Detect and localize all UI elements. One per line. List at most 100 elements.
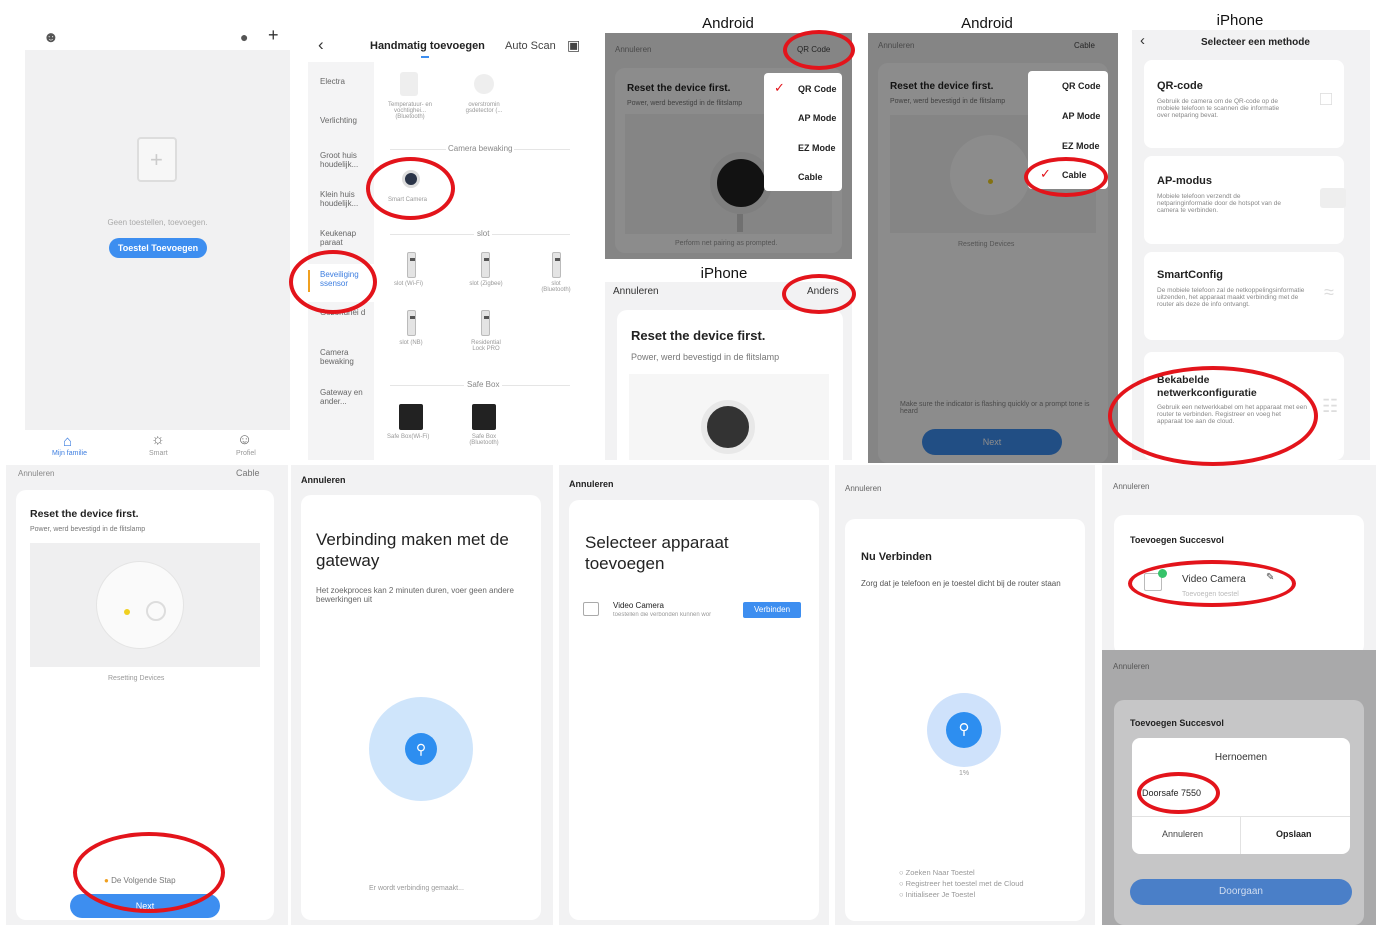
menu-qr[interactable]: QR Code: [1062, 81, 1118, 91]
next-step-check[interactable]: ● De Volgende Stap: [104, 876, 176, 885]
next-step-label: De Volgende Stap: [111, 876, 176, 885]
method-ap-desc: Mobiele telefoon verzendt de netparingin…: [1157, 193, 1281, 214]
device-name: Video Camera: [1182, 574, 1246, 585]
nav-smart[interactable]: Smart: [149, 450, 168, 457]
lock-residential-label[interactable]: Residential Lock PRO: [464, 340, 508, 352]
iphone-anders-screen: Annuleren Anders Reset the device first.…: [605, 282, 852, 460]
step-search: ○ Zoeken Naar Toestel: [899, 868, 975, 877]
done-button[interactable]: Doorgaan: [1130, 879, 1352, 905]
cat-gateway[interactable]: Gateway en ander...: [320, 388, 368, 406]
menu-ap[interactable]: AP Mode: [1062, 111, 1118, 121]
device-flood[interactable]: overstromin gsdetector (...: [460, 102, 508, 114]
thermometer-icon[interactable]: [400, 72, 418, 96]
method-ap[interactable]: AP-modus Mobiele telefoon verzendt de ne…: [1144, 156, 1346, 244]
next-button[interactable]: Next: [70, 894, 220, 918]
search-pulse: ⚲: [369, 697, 473, 801]
cancel-link[interactable]: Annuleren: [18, 469, 54, 478]
device-sub: toestellen die verbonden kunnen wor: [613, 612, 712, 618]
mode-link[interactable]: Cable: [236, 468, 260, 478]
cat-beveiliging-active[interactable]: Beveiliging ssensor: [308, 264, 374, 302]
reset-cable-screen: Annuleren Cable Reset the device first. …: [6, 465, 288, 925]
device-temp[interactable]: Temperatuur- en vochtighei... (Bluetooth…: [386, 102, 434, 120]
lock-residential-icon[interactable]: [481, 310, 490, 336]
device-illustration: [30, 543, 260, 667]
cancel-link[interactable]: Annuleren: [1113, 482, 1149, 491]
scan-icon[interactable]: ▣: [567, 37, 580, 54]
name-input[interactable]: Doorsafe 7550: [1142, 788, 1201, 798]
connecting-screen: Annuleren Nu Verbinden Zorg dat je telef…: [835, 465, 1095, 925]
title: Handmatig toevoegen: [370, 40, 485, 52]
add-device-button[interactable]: Toestel Toevoegen: [109, 238, 207, 258]
menu-ap[interactable]: AP Mode: [798, 113, 852, 123]
lock-bt-icon[interactable]: [552, 252, 561, 278]
check-icon: ✓: [774, 80, 785, 95]
success-check-icon: [1158, 569, 1167, 578]
lock-nb-icon[interactable]: [407, 310, 416, 336]
section-camera: Camera bewaking: [446, 144, 515, 153]
label-iphone-2: iPhone: [700, 265, 748, 282]
method-title: Selecteer een methode: [1201, 37, 1310, 48]
safebox-wifi-label[interactable]: Safe Box(Wi-Fi): [387, 434, 429, 440]
iphone-method-screen: ‹ Selecteer een methode QR-code Gebruik …: [1132, 30, 1370, 460]
nav-profile[interactable]: Profiel: [236, 450, 256, 457]
flood-sensor-icon[interactable]: [474, 74, 494, 94]
reset-card: Reset the device first. Power, werd beve…: [16, 490, 274, 920]
method-sc-desc: De mobiele telefoon zal de netkoppelings…: [1157, 287, 1305, 308]
back-icon[interactable]: ‹: [1140, 32, 1145, 49]
safebox-wifi-icon[interactable]: [399, 404, 423, 430]
method-qr-desc: Gebruik de camera om de QR-code op de mo…: [1157, 98, 1280, 119]
lock-wifi-label[interactable]: slot (Wi-Fi): [394, 281, 423, 287]
label-android-1: Android: [702, 15, 754, 32]
cat-camera[interactable]: Camera bewaking: [320, 348, 362, 366]
lock-nb-label[interactable]: slot (NB): [398, 340, 424, 346]
menu-qr[interactable]: QR Code: [798, 84, 852, 94]
anders-link[interactable]: Anders: [807, 286, 839, 297]
mode-menu: QR Code AP Mode EZ Mode ✓ Cable: [1028, 71, 1108, 189]
cancel-link[interactable]: Annuleren: [569, 479, 614, 489]
back-icon[interactable]: ‹: [318, 35, 324, 55]
select-card: Selecteer apparaat toevoegen Video Camer…: [569, 500, 819, 920]
user-icon[interactable]: ☻: [43, 29, 59, 46]
cat-verlichting[interactable]: Verlichting: [320, 116, 357, 125]
cancel-link[interactable]: Annuleren: [845, 484, 881, 493]
connect-button[interactable]: Verbinden: [743, 602, 801, 618]
home-icon[interactable]: ⌂: [63, 433, 72, 450]
menu-cable[interactable]: Cable: [798, 172, 852, 182]
dialog-save-button[interactable]: Opslaan: [1276, 829, 1312, 839]
cat-electra[interactable]: Electra: [320, 77, 345, 86]
reset-sub: Power, werd bevestigd in de flitslamp: [631, 352, 780, 362]
menu-ez[interactable]: EZ Mode: [798, 143, 852, 153]
cat-groot[interactable]: Groot huis houdelijk...: [320, 151, 368, 169]
cancel-link[interactable]: Annuleren: [1113, 662, 1149, 671]
menu-ez[interactable]: EZ Mode: [1062, 141, 1118, 151]
safebox-bt-icon[interactable]: [472, 404, 496, 430]
add-icon[interactable]: +: [268, 25, 279, 46]
smart-camera-icon[interactable]: [402, 170, 420, 188]
cancel-link[interactable]: Annuleren: [301, 475, 346, 485]
reset-title: Reset the device first.: [631, 328, 766, 343]
home-screen: ☻ ● + + Geen toestellen, toevoegen. Toes…: [25, 25, 290, 460]
cancel-link[interactable]: Annuleren: [613, 286, 659, 297]
smart-icon[interactable]: ☼: [151, 431, 165, 448]
edit-icon[interactable]: ✎: [1266, 572, 1274, 583]
autoscan-tab[interactable]: Auto Scan: [505, 40, 556, 52]
profile-icon[interactable]: ☺: [237, 431, 252, 448]
nav-family[interactable]: Mijn familie: [52, 450, 87, 457]
dialog-cancel-button[interactable]: Annuleren: [1162, 829, 1203, 839]
cat-gezondheid[interactable]: Gezondhei d: [320, 308, 366, 317]
cat-klein[interactable]: Klein huis houdelijk...: [320, 190, 368, 208]
lock-bt-label[interactable]: slot (Bluetooth): [536, 281, 576, 293]
safebox-bt-label[interactable]: Safe Box (Bluetooth): [464, 434, 504, 446]
smart-camera-label[interactable]: Smart Camera: [388, 197, 427, 203]
microphone-icon[interactable]: ●: [240, 29, 248, 45]
lock-zigbee-icon[interactable]: [481, 252, 490, 278]
method-smartconfig[interactable]: SmartConfig De mobiele telefoon zal de n…: [1144, 252, 1344, 340]
lock-zigbee-label[interactable]: slot (Zigbee): [468, 281, 504, 287]
mode-menu: ✓ QR Code AP Mode EZ Mode Cable: [764, 73, 842, 191]
lock-wifi-icon[interactable]: [407, 252, 416, 278]
method-qr[interactable]: QR-code Gebruik de camera om de QR-code …: [1144, 60, 1344, 148]
method-cable[interactable]: Bekabelde netwerkconfiguratie Gebruik ee…: [1144, 352, 1344, 460]
method-cable-desc: Gebruik een netwerkkabel om het apparaat…: [1157, 404, 1307, 425]
cat-keuken[interactable]: Keukenap paraat: [320, 229, 362, 247]
menu-cable[interactable]: Cable: [1062, 170, 1118, 180]
